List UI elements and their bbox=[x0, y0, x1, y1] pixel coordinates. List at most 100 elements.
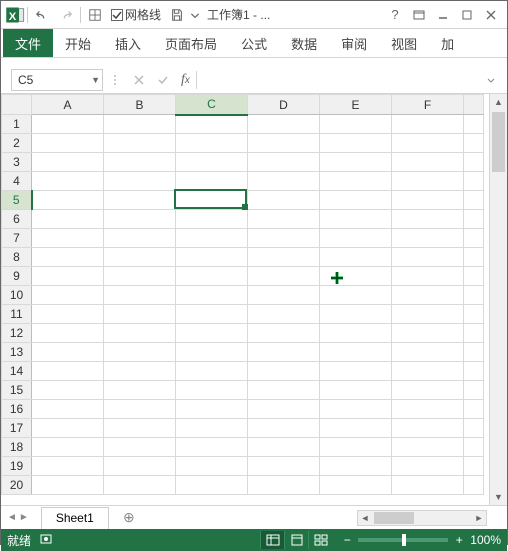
view-normal[interactable] bbox=[260, 531, 284, 549]
expand-formula-bar[interactable] bbox=[479, 69, 503, 91]
cell-F6[interactable] bbox=[392, 210, 464, 229]
scroll-thumb[interactable] bbox=[374, 512, 414, 524]
cell-C3[interactable] bbox=[176, 153, 248, 172]
cell-E9[interactable] bbox=[320, 267, 392, 286]
cell-E7[interactable] bbox=[320, 229, 392, 248]
row-header-9[interactable]: 9 bbox=[2, 267, 32, 286]
cell-C1[interactable] bbox=[176, 115, 248, 134]
cell-A4[interactable] bbox=[32, 172, 104, 191]
cell-B15[interactable] bbox=[104, 381, 176, 400]
row-header-13[interactable]: 13 bbox=[2, 343, 32, 362]
cell-D18[interactable] bbox=[248, 438, 320, 457]
row-header-6[interactable]: 6 bbox=[2, 210, 32, 229]
cell-E19[interactable] bbox=[320, 457, 392, 476]
cell-A8[interactable] bbox=[32, 248, 104, 267]
save-button[interactable] bbox=[165, 3, 189, 27]
tab-nav-prev[interactable]: ◄ bbox=[7, 512, 17, 523]
cell-C20[interactable] bbox=[176, 476, 248, 495]
cell-E6[interactable] bbox=[320, 210, 392, 229]
cell-D9[interactable] bbox=[248, 267, 320, 286]
cell-B17[interactable] bbox=[104, 419, 176, 438]
cell-D10[interactable] bbox=[248, 286, 320, 305]
cell-D3[interactable] bbox=[248, 153, 320, 172]
cell-C15[interactable] bbox=[176, 381, 248, 400]
cell-F14[interactable] bbox=[392, 362, 464, 381]
cell-E20[interactable] bbox=[320, 476, 392, 495]
gridlines-checkbox[interactable]: 网格线 bbox=[107, 6, 165, 23]
row-header-3[interactable]: 3 bbox=[2, 153, 32, 172]
help-button[interactable]: ? bbox=[383, 3, 407, 27]
cell-A12[interactable] bbox=[32, 324, 104, 343]
cell-C8[interactable] bbox=[176, 248, 248, 267]
cancel-formula-button[interactable] bbox=[127, 69, 151, 91]
row-header-4[interactable]: 4 bbox=[2, 172, 32, 191]
cell-E13[interactable] bbox=[320, 343, 392, 362]
cell-C6[interactable] bbox=[176, 210, 248, 229]
cell-B1[interactable] bbox=[104, 115, 176, 134]
ribbon-tab-2[interactable]: 插入 bbox=[103, 29, 153, 57]
cell-C14[interactable] bbox=[176, 362, 248, 381]
col-header-B[interactable]: B bbox=[104, 95, 176, 115]
sheet-tab-active[interactable]: Sheet1 bbox=[41, 507, 109, 529]
cell-A13[interactable] bbox=[32, 343, 104, 362]
fx-icon[interactable]: fx bbox=[181, 72, 190, 88]
cell-A20[interactable] bbox=[32, 476, 104, 495]
cell-C7[interactable] bbox=[176, 229, 248, 248]
minimize-button[interactable] bbox=[431, 3, 455, 27]
cell-F10[interactable] bbox=[392, 286, 464, 305]
ribbon-tab-0[interactable]: 文件 bbox=[3, 29, 53, 57]
cell-F13[interactable] bbox=[392, 343, 464, 362]
undo-button[interactable] bbox=[30, 3, 54, 27]
close-button[interactable] bbox=[479, 3, 503, 27]
cell-E4[interactable] bbox=[320, 172, 392, 191]
row-header-7[interactable]: 7 bbox=[2, 229, 32, 248]
row-header-8[interactable]: 8 bbox=[2, 248, 32, 267]
row-header-2[interactable]: 2 bbox=[2, 134, 32, 153]
cell-E15[interactable] bbox=[320, 381, 392, 400]
row-header-12[interactable]: 12 bbox=[2, 324, 32, 343]
enter-formula-button[interactable] bbox=[151, 69, 175, 91]
cell-C4[interactable] bbox=[176, 172, 248, 191]
cell-B11[interactable] bbox=[104, 305, 176, 324]
cell-F5[interactable] bbox=[392, 191, 464, 210]
cell-D6[interactable] bbox=[248, 210, 320, 229]
cell-D11[interactable] bbox=[248, 305, 320, 324]
cell-D16[interactable] bbox=[248, 400, 320, 419]
cell-E12[interactable] bbox=[320, 324, 392, 343]
cell-C11[interactable] bbox=[176, 305, 248, 324]
ribbon-tab-7[interactable]: 视图 bbox=[379, 29, 429, 57]
row-header-20[interactable]: 20 bbox=[2, 476, 32, 495]
row-header-5[interactable]: 5 bbox=[2, 191, 32, 210]
scroll-right[interactable]: ► bbox=[472, 513, 486, 523]
cell-C16[interactable] bbox=[176, 400, 248, 419]
cell-B2[interactable] bbox=[104, 134, 176, 153]
cell-E2[interactable] bbox=[320, 134, 392, 153]
formula-input[interactable] bbox=[197, 69, 479, 91]
row-header-18[interactable]: 18 bbox=[2, 438, 32, 457]
cell-B12[interactable] bbox=[104, 324, 176, 343]
cell-A14[interactable] bbox=[32, 362, 104, 381]
grid-container[interactable]: ABCDEF1234567891011121314151617181920 bbox=[1, 94, 489, 505]
cell-F1[interactable] bbox=[392, 115, 464, 134]
cell-C18[interactable] bbox=[176, 438, 248, 457]
cell-D20[interactable] bbox=[248, 476, 320, 495]
cell-B9[interactable] bbox=[104, 267, 176, 286]
view-page-break[interactable] bbox=[308, 531, 332, 549]
scroll-down[interactable]: ▼ bbox=[490, 489, 507, 505]
row-header-10[interactable]: 10 bbox=[2, 286, 32, 305]
ribbon-tab-3[interactable]: 页面布局 bbox=[153, 29, 229, 57]
cell-A1[interactable] bbox=[32, 115, 104, 134]
cell-A5[interactable] bbox=[32, 191, 104, 210]
view-page-layout[interactable] bbox=[284, 531, 308, 549]
cell-F9[interactable] bbox=[392, 267, 464, 286]
zoom-slider[interactable] bbox=[358, 538, 448, 542]
cell-C2[interactable] bbox=[176, 134, 248, 153]
cell-E11[interactable] bbox=[320, 305, 392, 324]
cell-E5[interactable] bbox=[320, 191, 392, 210]
cell-A3[interactable] bbox=[32, 153, 104, 172]
cell-E18[interactable] bbox=[320, 438, 392, 457]
cell-E1[interactable] bbox=[320, 115, 392, 134]
cell-D4[interactable] bbox=[248, 172, 320, 191]
cell-F15[interactable] bbox=[392, 381, 464, 400]
cell-D5[interactable] bbox=[248, 191, 320, 210]
